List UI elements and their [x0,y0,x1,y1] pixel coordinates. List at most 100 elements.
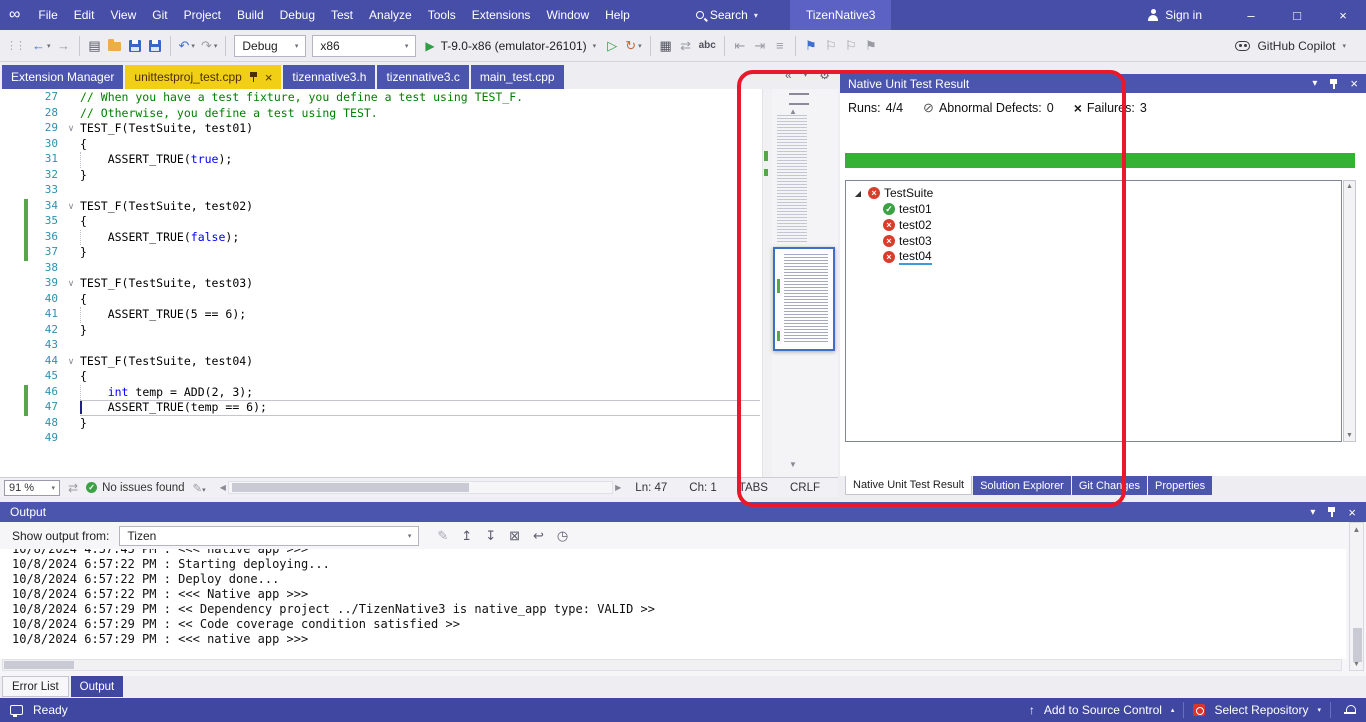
breakpoint-margin[interactable] [0,261,24,277]
word-wrap-icon[interactable]: ↩ [533,528,544,544]
hot-reload-button[interactable]: ↻▾ [622,34,644,58]
indent-increase-button[interactable]: ⇥ [750,34,770,58]
breakpoint-margin[interactable] [0,137,24,153]
pencil-icon[interactable]: ✎ [437,528,448,544]
test-item-test03[interactable]: ×test03 [846,233,1341,249]
menu-view[interactable]: View [102,0,144,30]
scrollbar-thumb[interactable] [4,661,74,669]
breakpoint-margin[interactable] [0,369,24,385]
fold-collapse-icon[interactable]: ∨ [62,199,80,215]
navigate-back-button[interactable]: ←▾ [29,34,54,58]
next-bookmark-button[interactable]: ⚐ [841,34,861,58]
breakpoint-margin[interactable] [0,152,24,168]
test-item-test04[interactable]: ×test04 [846,249,1341,265]
menu-debug[interactable]: Debug [272,0,323,30]
code-line-45[interactable]: 45{ [0,369,762,385]
navigate-symbols-button[interactable]: ⇄ [676,34,696,58]
scroll-down-icon[interactable]: ▼ [789,460,797,469]
breakpoint-margin[interactable] [0,307,24,323]
output-header[interactable]: Output ▾ × [0,502,1366,522]
indent-decrease-button[interactable]: ⇤ [730,34,750,58]
search-box[interactable]: Search ▾ [686,3,768,27]
editor-horizontal-scrollbar[interactable]: ◀ ▶ [220,481,622,494]
doc-tab-unittestproj-test-cpp[interactable]: unittestproj_test.cpp× [125,65,281,89]
time-icon[interactable]: ◷ [557,528,568,544]
code-line-43[interactable]: 43 [0,338,762,354]
eol-indicator[interactable]: CRLF [790,482,820,494]
prev-message-icon[interactable]: ↥ [461,528,472,544]
settings-gear-icon[interactable]: ⚙ [819,68,830,82]
maximize-button[interactable]: □ [1274,0,1320,30]
menu-git[interactable]: Git [144,0,175,30]
close-icon[interactable]: × [1348,505,1356,520]
platform-dropdown[interactable]: x86▾ [312,35,416,57]
start-without-debugging-button[interactable]: ▷ [602,34,622,58]
tab-list-caret-icon[interactable]: ▾ [804,71,808,79]
code-line-36[interactable]: 36 ASSERT_TRUE(false); [0,230,762,246]
menu-project[interactable]: Project [176,0,229,30]
redo-button[interactable]: ↷▾ [198,34,220,58]
breakpoint-margin[interactable] [0,385,24,401]
code-line-44[interactable]: 44∨TEST_F(TestSuite, test04) [0,354,762,370]
breakpoint-margin[interactable] [0,199,24,215]
window-position-caret-icon[interactable]: ▾ [1310,507,1315,518]
solution-name-button[interactable]: TizenNative3 [790,0,892,30]
undo-button[interactable]: ↶▾ [176,34,198,58]
breakpoint-margin[interactable] [0,416,24,432]
code-editor[interactable]: 27// When you have a test fixture, you d… [0,89,838,477]
pin-icon[interactable] [1329,78,1338,90]
clear-all-icon[interactable]: ⊠ [509,528,520,544]
window-position-caret-icon[interactable]: ▾ [1312,78,1317,89]
code-line-49[interactable]: 49 [0,431,762,447]
find-in-files-button[interactable]: ▦ [656,34,676,58]
menu-build[interactable]: Build [229,0,272,30]
select-repository-button[interactable]: Select Repository [1214,703,1308,717]
add-to-source-control-button[interactable]: Add to Source Control [1044,703,1162,717]
pin-icon[interactable] [1327,506,1336,518]
column-indicator[interactable]: Ch: 1 [689,482,717,494]
code-cleanup-icon[interactable]: ✎▾ [193,481,206,495]
code-line-46[interactable]: 46 int temp = ADD(2, 3); [0,385,762,401]
breakpoint-margin[interactable] [0,338,24,354]
scroll-right-icon[interactable]: ▶ [615,483,621,492]
minimize-button[interactable]: – [1228,0,1274,30]
code-line-34[interactable]: 34∨TEST_F(TestSuite, test02) [0,199,762,215]
breakpoint-margin[interactable] [0,354,24,370]
fold-collapse-icon[interactable]: ∨ [62,354,80,370]
code-line-35[interactable]: 35{ [0,214,762,230]
panel-tab-error-list[interactable]: Error List [2,676,69,697]
scrollbar-thumb[interactable] [232,483,470,492]
output-log[interactable]: 10/8/2024 4:57:45 PM : <<< native app >>… [0,549,1346,659]
menu-tools[interactable]: Tools [420,0,464,30]
fold-collapse-icon[interactable]: ∨ [62,121,80,137]
prev-bookmark-button[interactable]: ⚐ [821,34,841,58]
fold-collapse-icon[interactable]: ∨ [62,276,80,292]
breakpoint-margin[interactable] [0,276,24,292]
code-line-33[interactable]: 33 [0,183,762,199]
sync-icon[interactable]: ⇄ [68,481,78,495]
breakpoint-margin[interactable] [0,400,24,416]
new-project-button[interactable]: ▤ [85,34,105,58]
menu-test[interactable]: Test [323,0,361,30]
panel-tab-properties[interactable]: Properties [1148,476,1212,495]
panel-tab-git-changes[interactable]: Git Changes [1072,476,1147,495]
scroll-down-icon[interactable]: ▼ [1346,432,1353,439]
doc-tab-extension-manager[interactable]: Extension Manager [2,65,123,89]
menu-window[interactable]: Window [538,0,597,30]
scrollbar-thumb[interactable] [1353,628,1362,662]
close-icon[interactable]: × [265,71,273,84]
menu-extensions[interactable]: Extensions [464,0,539,30]
tool-window-header[interactable]: Native Unit Test Result ▾ × [840,74,1366,93]
close-button[interactable]: × [1320,0,1366,30]
code-line-38[interactable]: 38 [0,261,762,277]
breakpoint-margin[interactable] [0,183,24,199]
doc-tab-main-test-cpp[interactable]: main_test.cpp [471,65,564,89]
code-line-47[interactable]: 47 ASSERT_TRUE(temp == 6); [0,400,762,416]
sign-in-button[interactable]: Sign in [1147,8,1202,22]
notifications-bell-icon[interactable] [1344,704,1356,716]
code-line-29[interactable]: 29∨TEST_F(TestSuite, test01) [0,121,762,137]
panel-tab-output[interactable]: Output [71,676,124,697]
breakpoint-margin[interactable] [0,431,24,447]
minimap-viewport[interactable] [773,247,835,351]
open-file-button[interactable] [105,34,125,58]
